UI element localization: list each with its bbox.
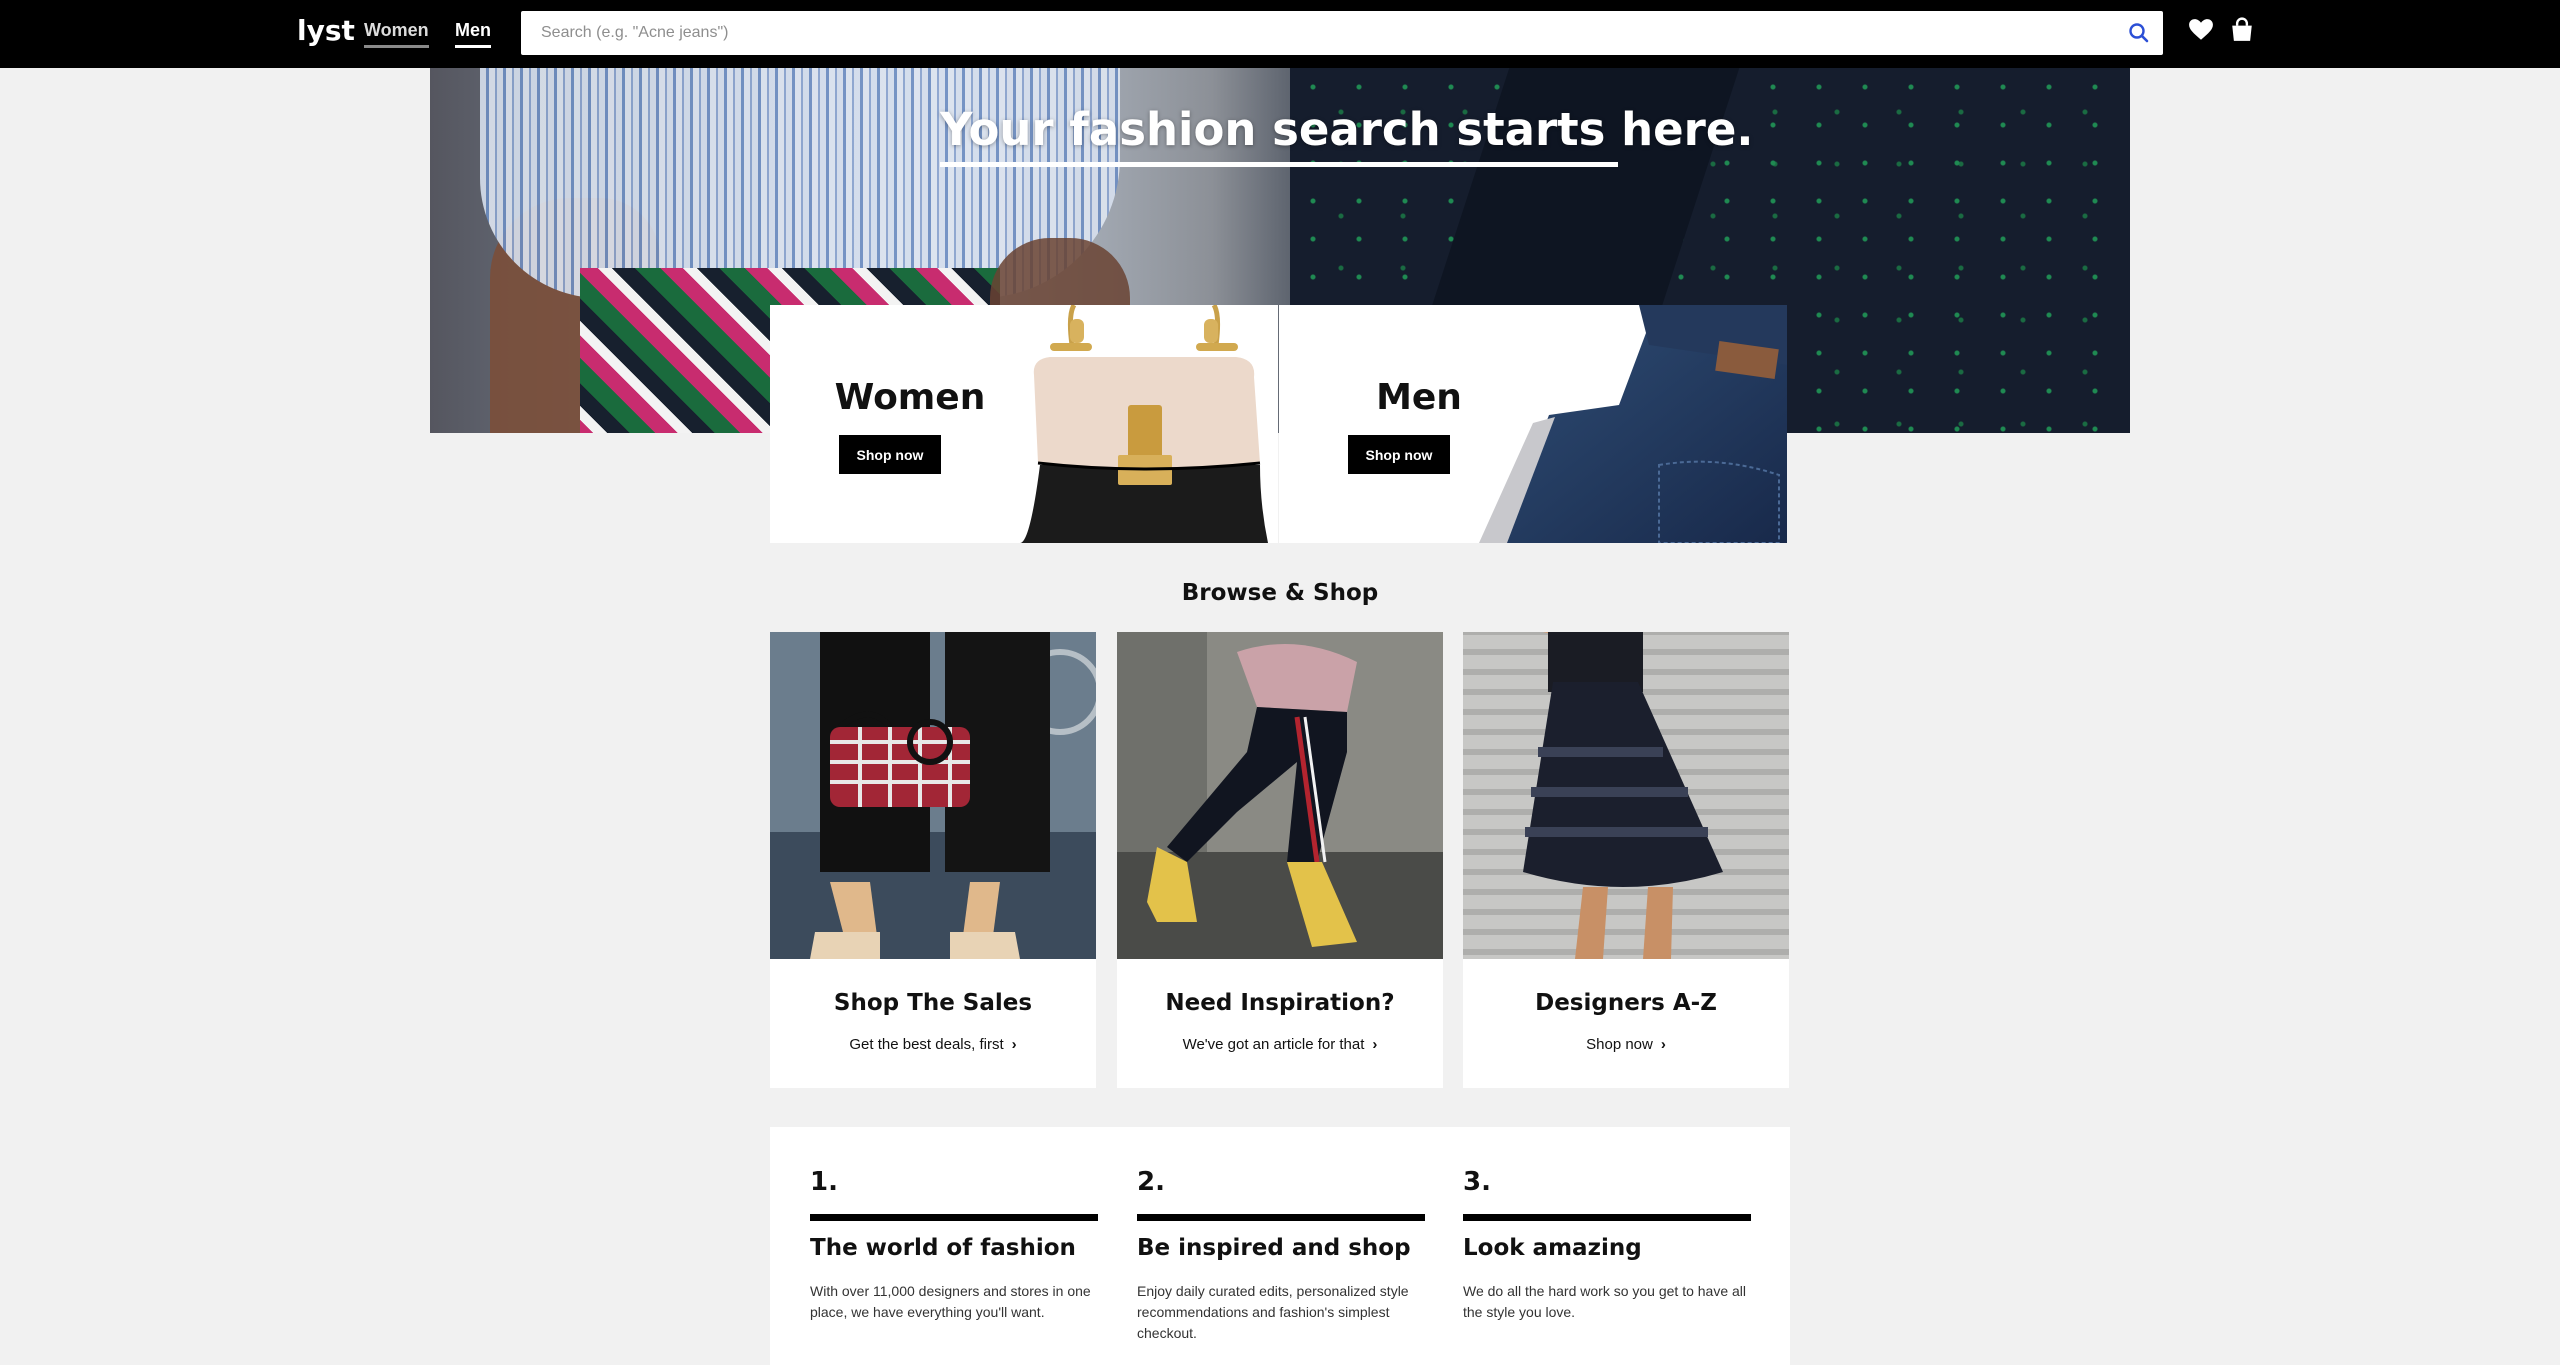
step-divider — [810, 1214, 1098, 1221]
shopping-bag-icon[interactable] — [2229, 17, 2259, 47]
search-bar — [521, 11, 2163, 55]
search-icon[interactable] — [2127, 21, 2151, 45]
women-category-card[interactable]: Women Shop now — [770, 305, 1278, 543]
chevron-right-icon: › — [1372, 1036, 1378, 1053]
step-title: The world of fashion — [810, 1235, 1076, 1261]
men-category-card[interactable]: Men Shop now — [1279, 305, 1787, 543]
women-card-title: Women — [834, 377, 986, 418]
card-link[interactable]: We've got an article for that › — [1117, 1036, 1443, 1053]
step-description: We do all the hard work so you get to ha… — [1463, 1283, 1747, 1320]
step-number: 3. — [1463, 1167, 1491, 1197]
nav-link-women[interactable]: Women — [364, 20, 429, 48]
jeans-image — [1479, 305, 1787, 543]
browse-shop-heading: Browse & Shop — [1181, 580, 1379, 606]
card-link-label: We've got an article for that — [1182, 1036, 1365, 1053]
designers-a-z-card[interactable]: Designers A-Z Shop now › — [1463, 632, 1789, 1088]
step-description: With over 11,000 designers and stores in… — [810, 1283, 1091, 1320]
step-title: Be inspired and shop — [1137, 1235, 1411, 1261]
lyst-logo[interactable]: lyst — [297, 14, 355, 47]
hero-title: Your fashion search starts here. — [940, 103, 1754, 156]
step-divider — [1137, 1214, 1425, 1221]
card-link[interactable]: Shop now › — [1463, 1036, 1789, 1053]
search-input[interactable] — [521, 11, 2163, 55]
step-description: Enjoy daily curated edits, personalized … — [1137, 1283, 1409, 1341]
top-navigation-bar: lyst Women Men — [0, 0, 2560, 68]
chevron-right-icon: › — [1011, 1036, 1017, 1053]
card-link-label: Shop now — [1586, 1036, 1653, 1053]
women-shop-now-button[interactable]: Shop now — [839, 435, 941, 474]
handbag-image — [1020, 305, 1268, 543]
nav-link-men[interactable]: Men — [455, 20, 491, 48]
how-it-works-section: 1. The world of fashion With over 11,000… — [770, 1127, 1790, 1365]
step-number: 1. — [810, 1167, 838, 1197]
hero-title-underline — [940, 162, 1618, 167]
designers-photo — [1463, 632, 1789, 959]
step-divider — [1463, 1214, 1751, 1221]
card-link[interactable]: Get the best deals, first › — [770, 1036, 1096, 1053]
heart-icon[interactable] — [2188, 17, 2218, 47]
men-shop-now-button[interactable]: Shop now — [1348, 435, 1450, 474]
card-title: Designers A-Z — [1535, 990, 1717, 1016]
card-link-label: Get the best deals, first — [849, 1036, 1004, 1053]
chevron-right-icon: › — [1660, 1036, 1666, 1053]
shop-the-sales-card[interactable]: Shop The Sales Get the best deals, first… — [770, 632, 1096, 1088]
step-number: 2. — [1137, 1167, 1165, 1197]
step-title: Look amazing — [1463, 1235, 1642, 1261]
card-title: Need Inspiration? — [1165, 990, 1395, 1016]
inspiration-photo — [1117, 632, 1443, 959]
need-inspiration-card[interactable]: Need Inspiration? We've got an article f… — [1117, 632, 1443, 1088]
card-title: Shop The Sales — [833, 990, 1033, 1016]
sales-photo — [770, 632, 1096, 959]
